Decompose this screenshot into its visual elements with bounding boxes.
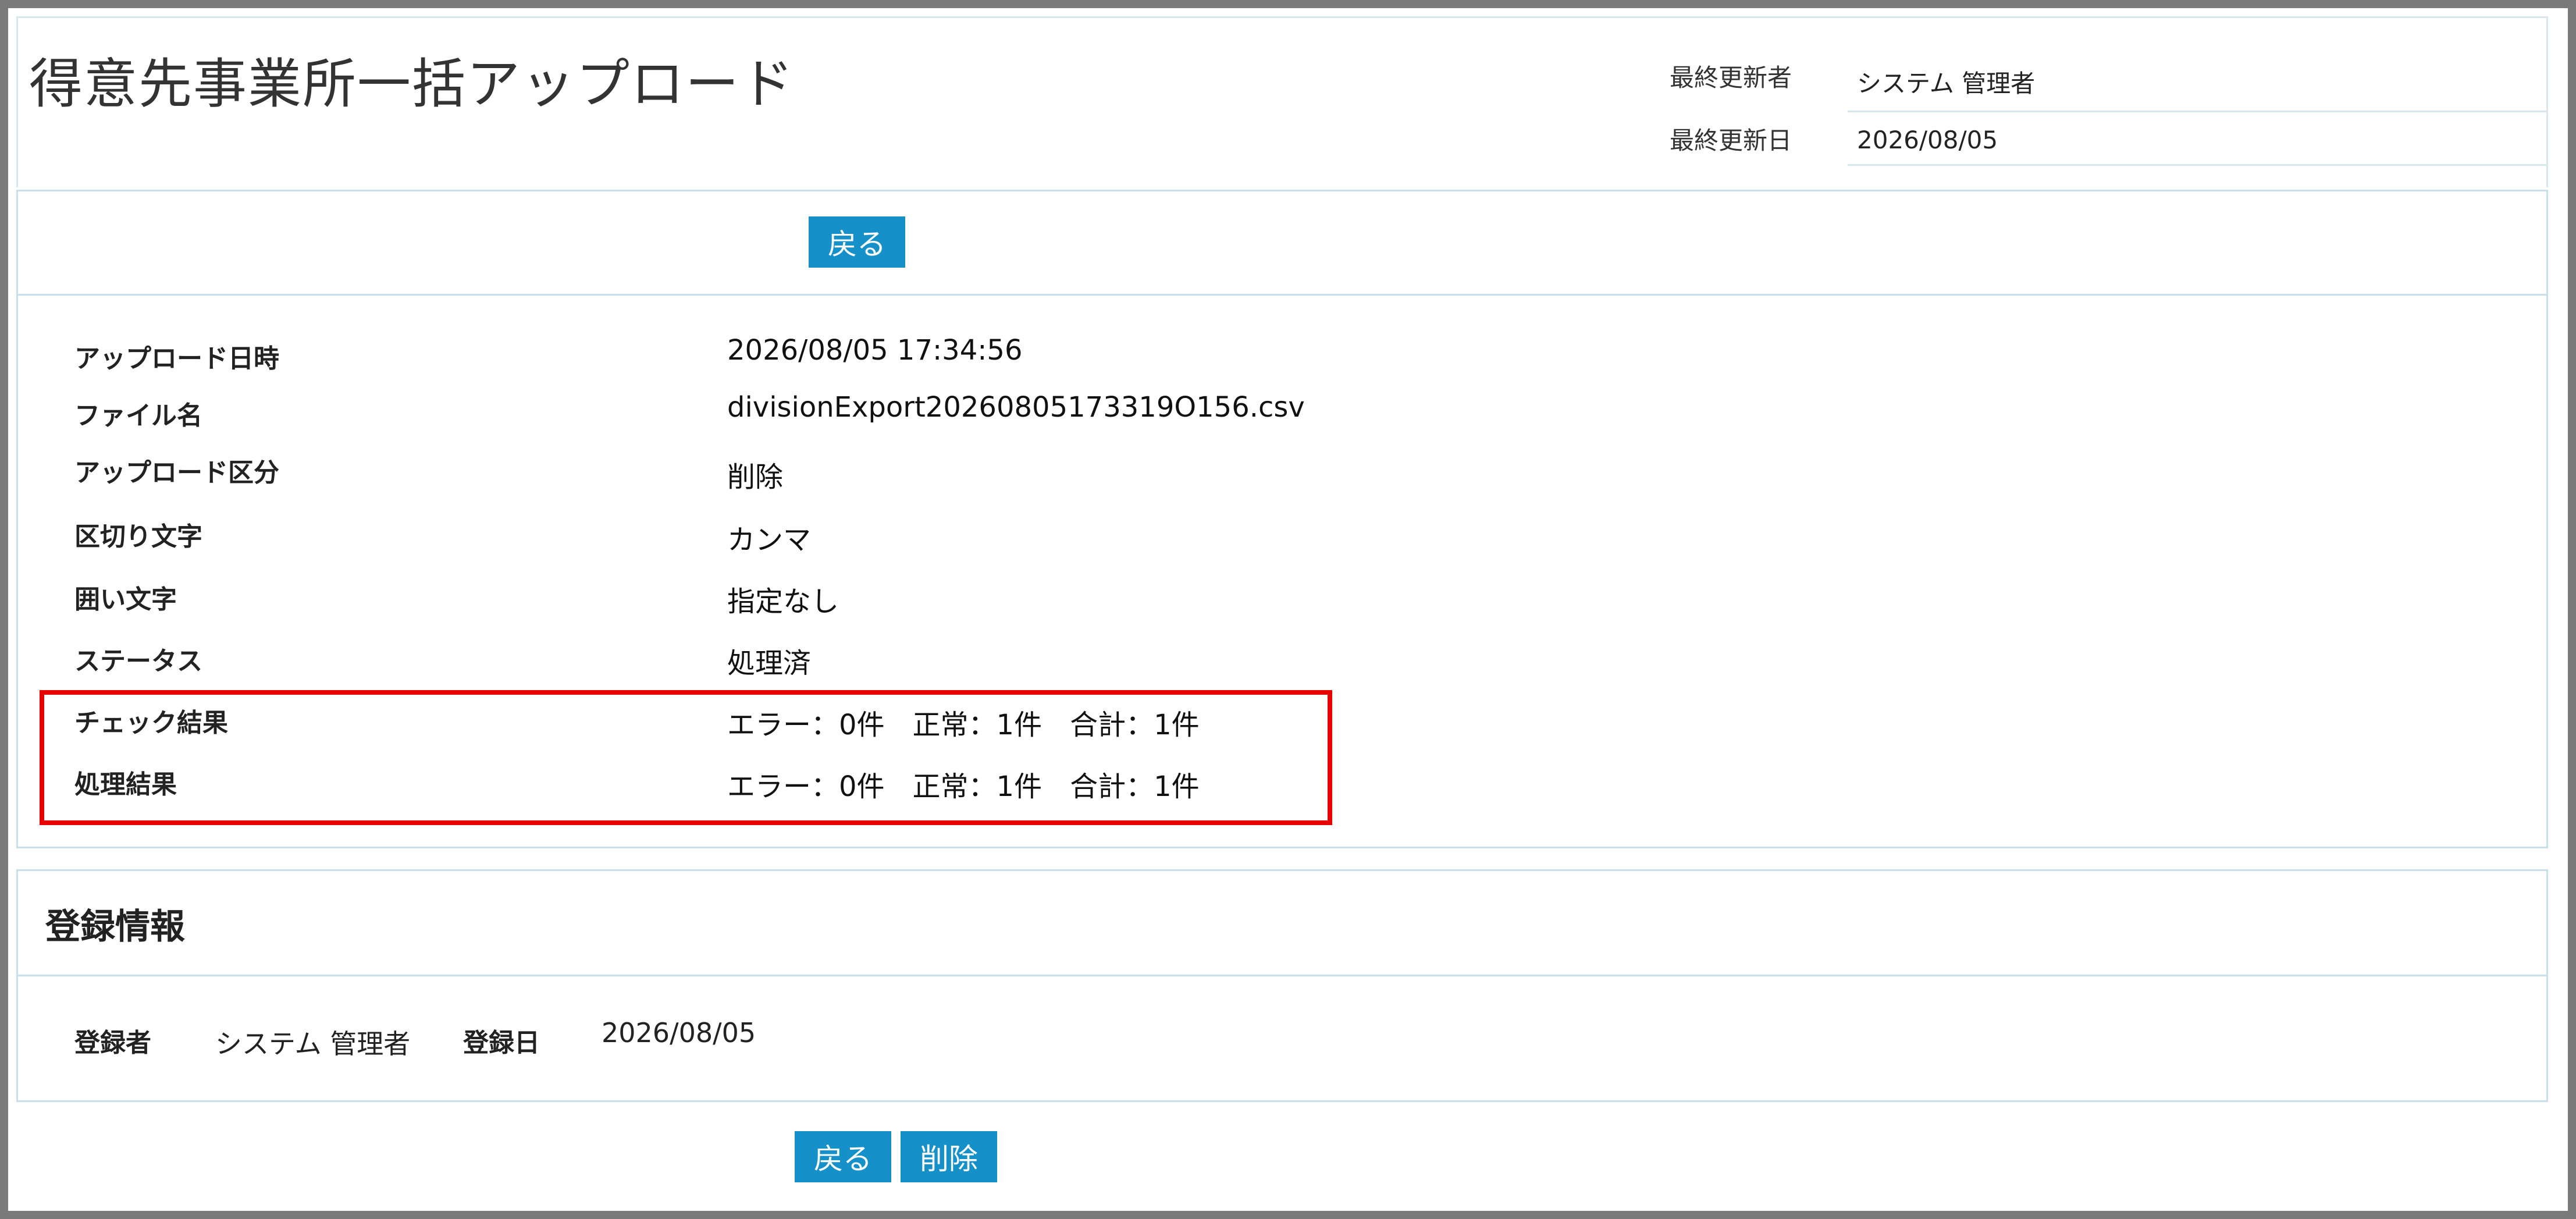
back-button-top[interactable]: 戻る xyxy=(809,216,905,268)
delete-button[interactable]: 削除 xyxy=(901,1131,997,1182)
section-divider xyxy=(18,975,2546,976)
last-updated-by-label: 最終更新者 xyxy=(1670,63,1792,92)
detail-label-file-name: ファイル名 xyxy=(74,401,202,431)
back-button-bottom[interactable]: 戻る xyxy=(795,1131,891,1182)
detail-label-enclosure: 囲い文字 xyxy=(74,585,177,614)
meta-divider xyxy=(1848,164,2547,166)
registration-panel xyxy=(16,869,2548,1102)
registered-by-value: システム 管理者 xyxy=(215,1028,411,1060)
registration-section-title: 登録情報 xyxy=(45,907,185,947)
detail-value-file-name: divisionExport20260805173319O156.csv xyxy=(727,391,1305,424)
toolbar-divider xyxy=(18,294,2546,296)
result-highlight-box xyxy=(40,690,1332,825)
detail-value-delimiter: カンマ xyxy=(727,524,812,556)
detail-value-status: 処理済 xyxy=(727,647,812,680)
detail-value-upload-datetime: 2026/08/05 17:34:56 xyxy=(727,334,1023,367)
detail-label-delimiter: 区切り文字 xyxy=(74,522,202,552)
detail-label-upload-type: アップロード区分 xyxy=(74,458,279,488)
detail-value-upload-type: 削除 xyxy=(727,461,784,493)
detail-label-upload-datetime: アップロード日時 xyxy=(74,344,279,374)
meta-divider xyxy=(1848,111,2547,112)
page-title: 得意先事業所一括アップロード xyxy=(29,53,795,115)
last-updated-date-value: 2026/08/05 xyxy=(1857,126,1998,154)
last-updated-by-value: システム 管理者 xyxy=(1857,69,2036,98)
registered-date-label: 登録日 xyxy=(463,1028,540,1058)
detail-label-status: ステータス xyxy=(74,646,202,676)
last-updated-date-label: 最終更新日 xyxy=(1670,126,1792,155)
detail-value-enclosure: 指定なし xyxy=(727,585,839,618)
registered-date-value: 2026/08/05 xyxy=(602,1017,756,1049)
registered-by-label: 登録者 xyxy=(74,1028,151,1058)
